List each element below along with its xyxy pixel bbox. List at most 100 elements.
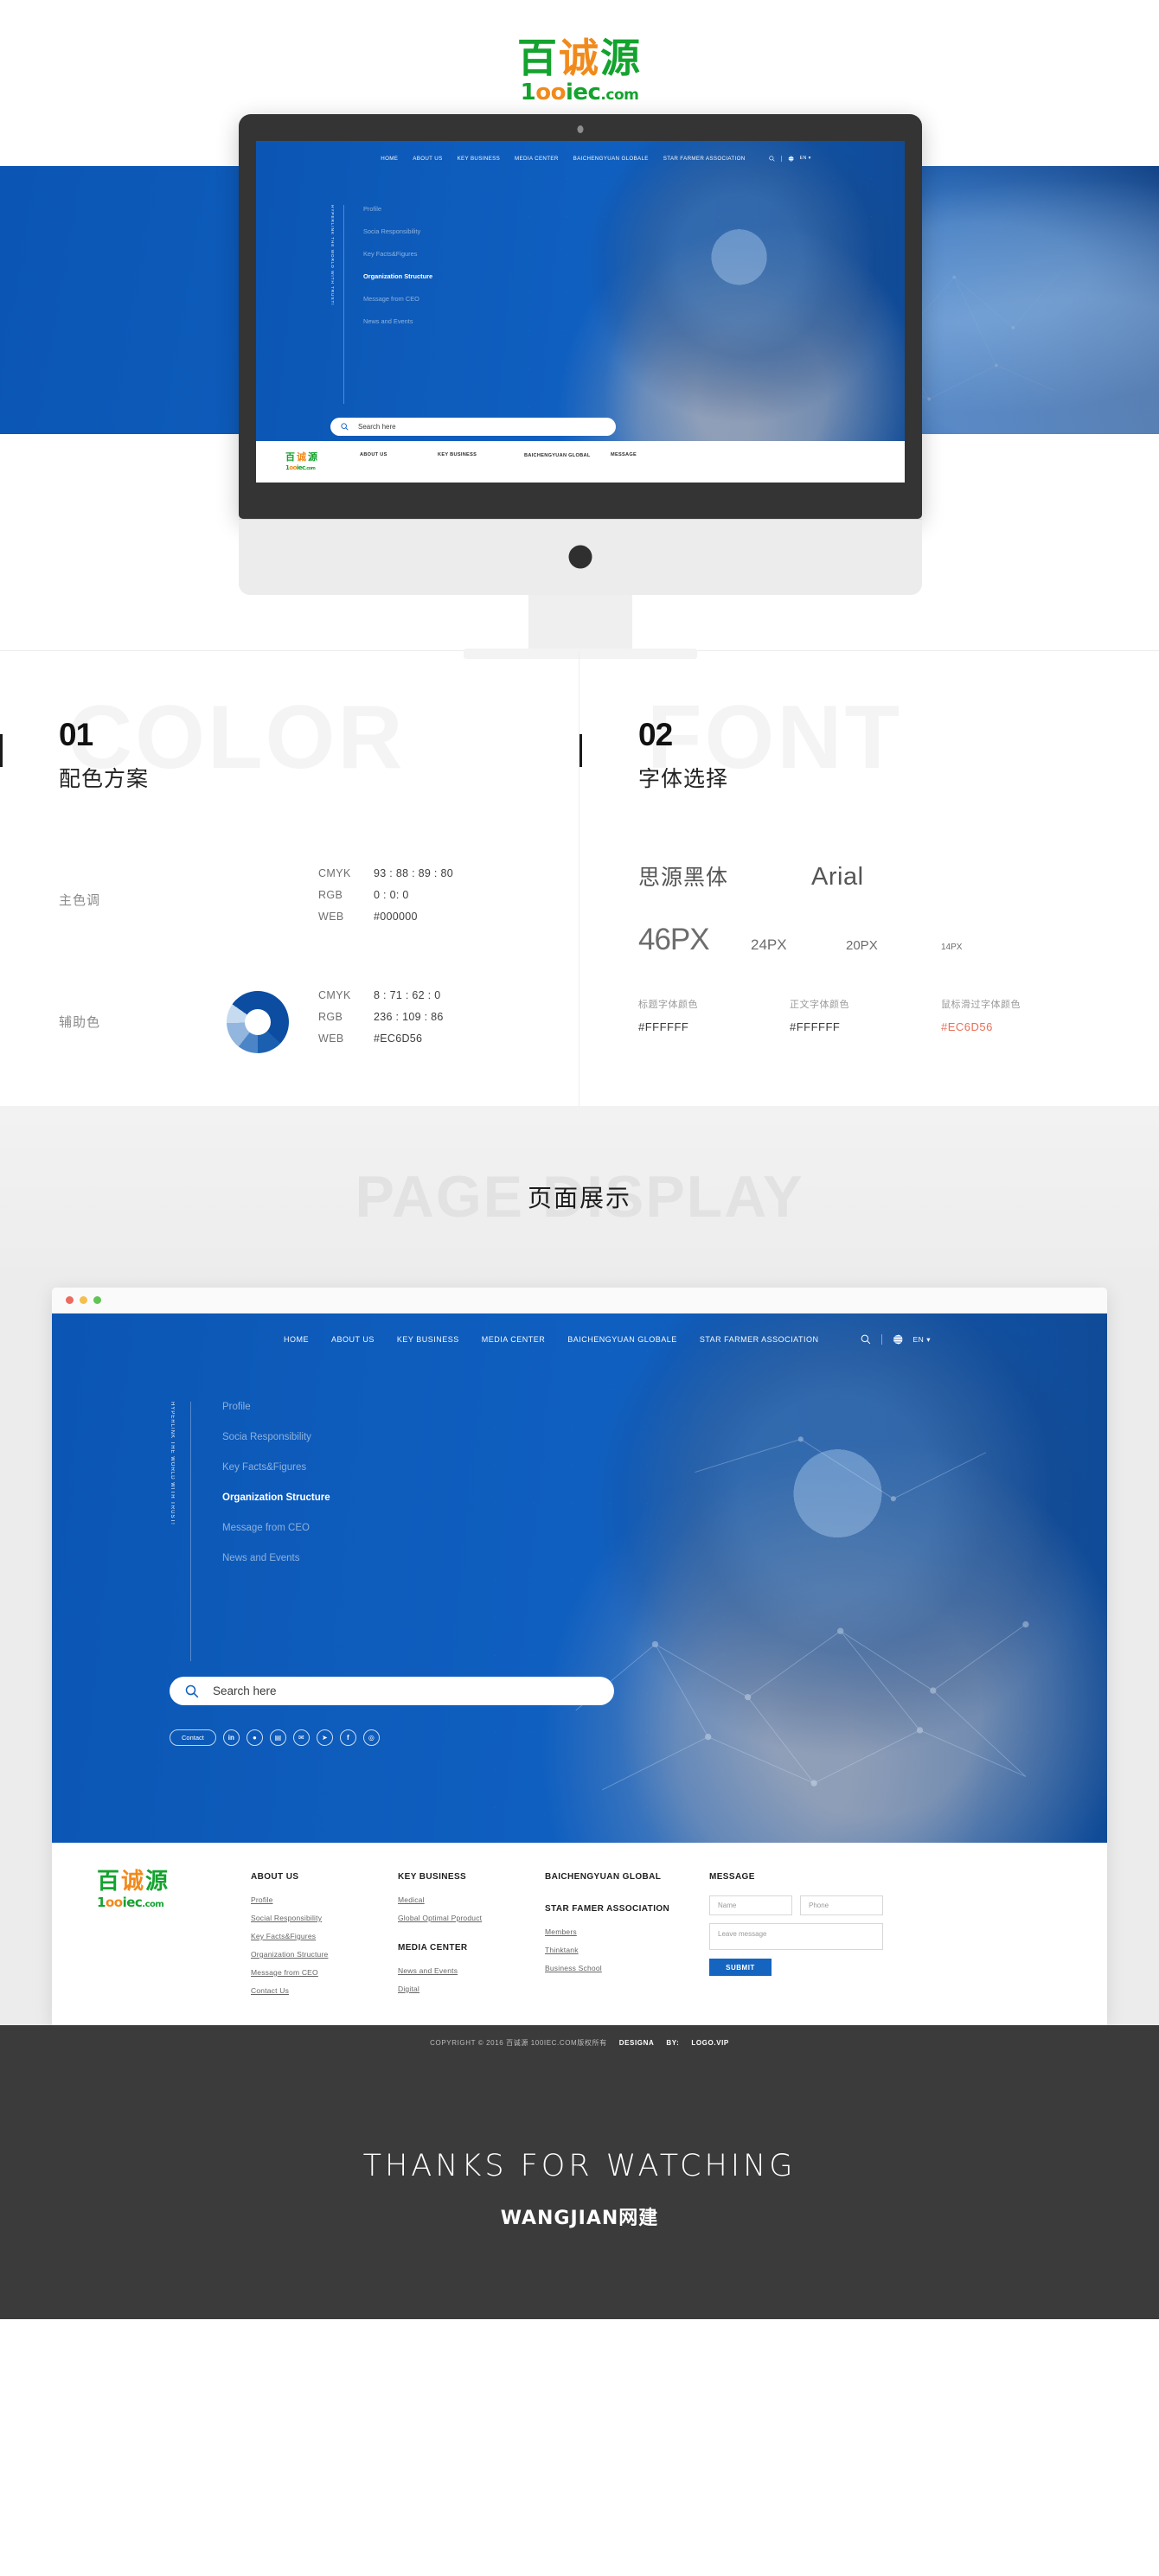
add-user-icon[interactable]: ●: [246, 1729, 263, 1746]
monitor-neck: [528, 595, 632, 649]
sublink-profile[interactable]: Profile: [363, 205, 432, 213]
website-preview-large: HOME ABOUT US KEY BUSINESS MEDIA CENTER …: [52, 1314, 1107, 1843]
instagram-icon[interactable]: ◎: [362, 1729, 380, 1746]
nav-item-about-us[interactable]: ABOUT US: [331, 1335, 375, 1344]
footer-link-news-and-events[interactable]: News and Events: [398, 1966, 545, 1975]
sublink-social-responsibility[interactable]: Socia Responsibility: [222, 1432, 330, 1442]
site-nav-large[interactable]: HOME ABOUT US KEY BUSINESS MEDIA CENTER …: [52, 1314, 1107, 1365]
color-values-primary: CMYK 93 : 88 : 89 : 80 RGB 0 : 0: 0 WEB #00…: [318, 867, 453, 932]
sublink-organization-structure[interactable]: Organization Structure: [222, 1493, 330, 1503]
sublink-organization-structure[interactable]: Organization Structure: [363, 272, 432, 280]
footer-link-thinktank[interactable]: Thinktank: [545, 1946, 709, 1954]
mini-footer-about-us[interactable]: ABOUT US: [360, 452, 438, 457]
monitor-bezel: HOME ABOUT US KEY BUSINESS MEDIA CENTER …: [239, 114, 922, 519]
nav-item-baichengyuan-globale[interactable]: BAICHENGYUAN GLOBALE: [573, 156, 649, 162]
font-family-latin: Arial: [811, 863, 864, 891]
footer-link-key-facts-figures[interactable]: Key Facts&Figures: [251, 1932, 398, 1940]
footer-link-global-optimal-product[interactable]: Global Optimal Pproduct: [398, 1914, 545, 1922]
font-color-row: 标题字体颜色 #FFFFFF 正文字体颜色 #FFFFFF 鼠标滑过字体颜色 #…: [638, 997, 1159, 1033]
phone-field[interactable]: Phone: [800, 1895, 883, 1915]
sublink-news-and-events[interactable]: News and Events: [363, 317, 432, 325]
nav-item-home[interactable]: HOME: [381, 156, 398, 162]
linkedin-icon[interactable]: in: [222, 1729, 240, 1746]
sublink-message-from-ceo[interactable]: Message from CEO: [222, 1523, 330, 1533]
monitor-chin: [239, 519, 922, 595]
color-row-secondary: 辅助色 CMYK 8 : 71 : 62 : 0 RGB 236 : 109 : 8…: [59, 989, 579, 1054]
search-bar-large[interactable]: Search here: [170, 1677, 614, 1705]
vertical-divider: [190, 1402, 191, 1661]
mini-footer: 百诚源 1ooiec.com ABOUT US KEY BUSINESS BAI…: [256, 441, 905, 483]
vertical-divider: [343, 205, 344, 404]
design-presentation-page: 百诚源 1ooiec.com HOME ABOUT US KEY BUSINES…: [0, 0, 1159, 2576]
font-color-hover: 鼠标滑过字体颜色 #EC6D56: [941, 997, 1092, 1033]
message-textarea[interactable]: Leave message: [709, 1923, 883, 1950]
sublink-key-facts-figures[interactable]: Key Facts&Figures: [222, 1462, 330, 1473]
globe-icon[interactable]: [892, 1334, 903, 1345]
footer-column-baichengyuan-global: BAICHENGYUAN GLOBAL STAR FAMER ASSOCIATI…: [545, 1870, 709, 2004]
side-sublinks-large[interactable]: Profile Socia Responsibility Key Facts&F…: [222, 1402, 330, 1661]
sublink-news-and-events[interactable]: News and Events: [222, 1553, 330, 1563]
nav-item-home[interactable]: HOME: [284, 1335, 309, 1344]
sublink-key-facts-figures[interactable]: Key Facts&Figures: [363, 250, 432, 258]
nav-item-about-us[interactable]: ABOUT US: [413, 156, 442, 162]
facebook-icon[interactable]: f: [339, 1729, 356, 1746]
search-icon[interactable]: [861, 1334, 871, 1345]
sublink-message-from-ceo[interactable]: Message from CEO: [363, 295, 432, 303]
language-selector-small[interactable]: EN ▾: [800, 156, 811, 161]
mini-footer-key-business[interactable]: KEY BUSINESS: [438, 452, 524, 457]
side-sublinks-small[interactable]: Profile Socia Responsibility Key Facts&F…: [363, 205, 432, 404]
search-bar-small[interactable]: Search here: [330, 418, 616, 436]
nav-item-key-business[interactable]: KEY BUSINESS: [458, 156, 500, 162]
search-icon[interactable]: [768, 155, 775, 162]
browser-viewport: HOME ABOUT US KEY BUSINESS MEDIA CENTER …: [52, 1314, 1107, 1843]
color-swatch-secondary: [197, 990, 318, 1053]
contact-button-large[interactable]: Contact: [170, 1729, 216, 1746]
language-selector-large[interactable]: EN ▾: [913, 1335, 931, 1345]
search-input-small[interactable]: Search here: [358, 423, 396, 431]
globe-icon[interactable]: [787, 155, 794, 162]
search-icon[interactable]: [341, 423, 349, 431]
submit-button[interactable]: SUBMIT: [709, 1959, 772, 1976]
footer-link-members[interactable]: Members: [545, 1927, 709, 1936]
minimize-icon[interactable]: [80, 1296, 87, 1304]
footer-link-profile[interactable]: Profile: [251, 1895, 398, 1904]
nav-item-star-farmer-association[interactable]: STAR FARMER ASSOCIATION: [700, 1335, 819, 1344]
nav-item-baichengyuan-globale[interactable]: BAICHENGYUAN GLOBALE: [567, 1335, 677, 1344]
footer-link-medical[interactable]: Medical: [398, 1895, 545, 1904]
thanks-title: THANKS FOR WATCHING: [362, 2149, 797, 2183]
footer-link-organization-structure[interactable]: Organization Structure: [251, 1950, 398, 1959]
spec-color-column: COLOR 01 配色方案 主色调 CMYK 93 : 88 : 89 : 80 …: [0, 651, 580, 1106]
footer-link-message-from-ceo[interactable]: Message from CEO: [251, 1968, 398, 1977]
mini-footer-message[interactable]: MESSAGE: [611, 452, 688, 457]
close-icon[interactable]: [66, 1296, 74, 1304]
chat-icon[interactable]: ▤: [269, 1729, 286, 1746]
mini-footer-baichengyuan-global[interactable]: BAICHENGYUAN GLOBAL: [524, 452, 611, 459]
nav-item-media-center[interactable]: MEDIA CENTER: [515, 156, 559, 162]
secondary-rgb-value: 236 : 109 : 86: [374, 1011, 444, 1023]
search-icon[interactable]: [185, 1684, 199, 1698]
name-field[interactable]: Name: [709, 1895, 792, 1915]
nav-item-star-farmer-association[interactable]: STAR FARMER ASSOCIATION: [663, 156, 746, 162]
nav-item-key-business[interactable]: KEY BUSINESS: [397, 1335, 459, 1344]
font-color-heading: 标题字体颜色 #FFFFFF: [638, 997, 790, 1033]
nav-item-media-center[interactable]: MEDIA CENTER: [482, 1335, 546, 1344]
footer-link-contact-us[interactable]: Contact Us: [251, 1986, 398, 1995]
footer-heading-key-business: KEY BUSINESS: [398, 1872, 467, 1882]
sublink-profile[interactable]: Profile: [222, 1402, 330, 1412]
maximize-icon[interactable]: [93, 1296, 101, 1304]
sublink-social-responsibility[interactable]: Socia Responsibility: [363, 227, 432, 235]
section-tick-marker: [0, 734, 3, 767]
by-value: LOGO.VIP: [691, 2038, 729, 2047]
search-input-large[interactable]: Search here: [213, 1684, 277, 1697]
primary-web-key: WEB: [318, 911, 344, 923]
nav-divider: [780, 155, 782, 162]
site-nav-small[interactable]: HOME ABOUT US KEY BUSINESS MEDIA CENTER …: [256, 141, 905, 176]
footer-heading-star-famer-association: STAR FAMER ASSOCIATION: [545, 1904, 670, 1914]
footer-link-social-responsibility[interactable]: Social Responsibility: [251, 1914, 398, 1922]
twitter-icon[interactable]: ➤: [316, 1729, 333, 1746]
brand-logo: 百诚源 1ooiec.com: [0, 0, 1159, 104]
secondary-web-key: WEB: [318, 1032, 344, 1045]
footer-link-business-school[interactable]: Business School: [545, 1964, 709, 1972]
mail-icon[interactable]: ✉: [292, 1729, 310, 1746]
footer-link-digital[interactable]: Digital: [398, 1985, 545, 1993]
